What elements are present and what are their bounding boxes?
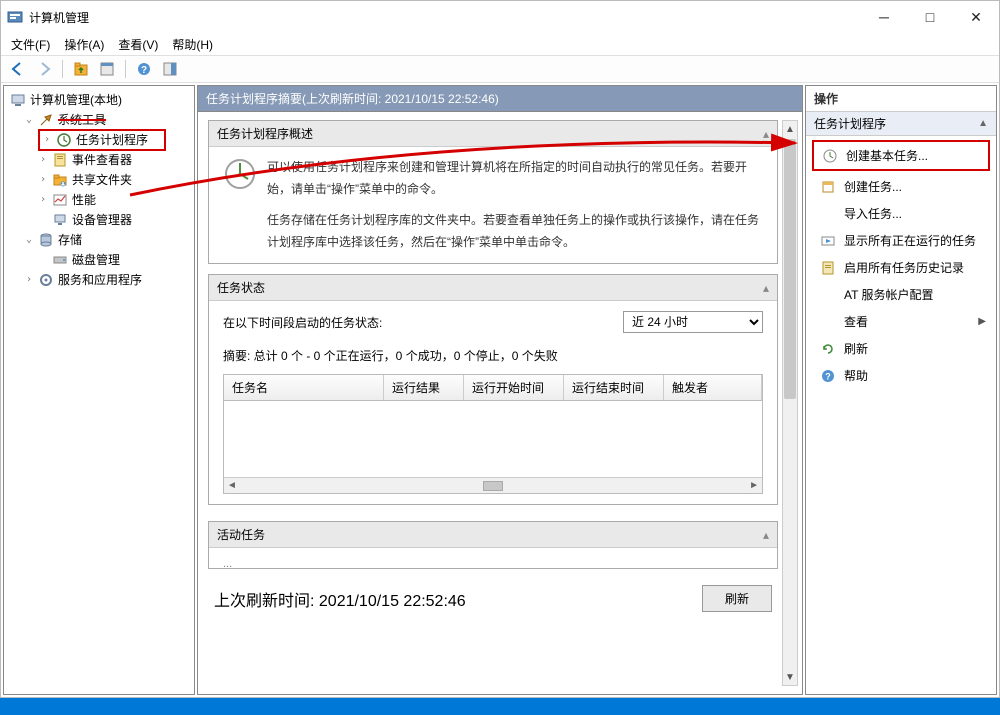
action-refresh[interactable]: 刷新 xyxy=(806,335,996,362)
h-scrollbar[interactable]: ◄► xyxy=(224,477,762,493)
clock-icon xyxy=(56,132,72,148)
help-button[interactable]: ? xyxy=(133,58,155,80)
highlight-create-basic: 创建基本任务... xyxy=(812,140,990,171)
device-icon xyxy=(52,212,68,228)
action-create-basic-task[interactable]: 创建基本任务... xyxy=(814,142,988,169)
expand-icon[interactable]: › xyxy=(38,171,48,189)
status-label: 在以下时间段启动的任务状态: xyxy=(223,314,611,331)
action-import-task[interactable]: 导入任务... xyxy=(806,200,996,227)
col-name[interactable]: 任务名 xyxy=(224,375,384,400)
menu-file[interactable]: 文件(F) xyxy=(11,36,50,53)
menu-view[interactable]: 查看(V) xyxy=(118,36,158,53)
actions-header: 操作 xyxy=(806,86,996,112)
expand-icon[interactable]: › xyxy=(42,131,52,149)
back-button[interactable] xyxy=(7,58,29,80)
svg-text:?: ? xyxy=(141,65,147,76)
refresh-icon xyxy=(820,341,836,357)
last-refresh-time: 上次刷新时间: 2021/10/15 22:52:46 xyxy=(214,587,466,611)
menu-action[interactable]: 操作(A) xyxy=(64,36,104,53)
v-scrollbar[interactable]: ▲ ▼ xyxy=(782,120,798,686)
expand-icon[interactable]: ⌄ xyxy=(24,111,34,129)
col-result[interactable]: 运行结果 xyxy=(384,375,464,400)
up-button[interactable] xyxy=(70,58,92,80)
overview-group: 任务计划程序概述 ▴ 可以使用任务计划程序来创建和管理计算机将在所指定的时间自动… xyxy=(208,120,778,264)
help-icon: ? xyxy=(820,368,836,384)
submenu-arrow-icon: ▶ xyxy=(978,316,986,327)
history-icon xyxy=(820,260,836,276)
action-at-config[interactable]: AT 服务帐户配置 xyxy=(806,281,996,308)
close-button[interactable]: ✕ xyxy=(953,2,999,32)
tree-services[interactable]: › 服务和应用程序 xyxy=(18,270,194,290)
tree-disk-management[interactable]: › 磁盘管理 xyxy=(32,250,194,270)
tree-storage[interactable]: ⌄ 存储 xyxy=(18,230,194,250)
refresh-button[interactable]: 刷新 xyxy=(702,585,772,612)
col-end[interactable]: 运行结束时间 xyxy=(564,375,664,400)
wizard-icon xyxy=(822,148,838,164)
task-icon xyxy=(820,179,836,195)
overview-title: 任务计划程序概述 xyxy=(217,125,313,142)
menu-bar: 文件(F) 操作(A) 查看(V) 帮助(H) xyxy=(1,33,999,55)
menu-help[interactable]: 帮助(H) xyxy=(172,36,213,53)
tree-event-viewer[interactable]: › 事件查看器 xyxy=(32,150,194,170)
main-header: 任务计划程序摘要(上次刷新时间: 2021/10/15 22:52:46) xyxy=(197,85,803,111)
action-create-task[interactable]: 创建任务... xyxy=(806,173,996,200)
status-group: 任务状态 ▴ 在以下时间段启动的任务状态: 近 24 小时 摘要: 总计 0 个… xyxy=(208,274,778,505)
clock-large-icon xyxy=(223,157,257,194)
action-view[interactable]: 查看 ▶ xyxy=(806,308,996,335)
services-icon xyxy=(38,272,54,288)
properties-button[interactable] xyxy=(96,58,118,80)
tree-shared-folders[interactable]: › 共享文件夹 xyxy=(32,170,194,190)
actions-panel: 操作 任务计划程序 ▲ 创建基本任务... 创建任务... xyxy=(805,85,997,695)
col-start[interactable]: 运行开始时间 xyxy=(464,375,564,400)
active-tasks-group: 活动任务 ▴ ... xyxy=(208,521,778,569)
share-icon xyxy=(52,172,68,188)
overview-text-2: 任务存储在任务计划程序库的文件夹中。若要查看单独任务上的操作或执行该操作，请在任… xyxy=(267,210,763,253)
perf-icon xyxy=(52,192,68,208)
collapse-icon[interactable]: ▴ xyxy=(763,281,769,295)
main-panel: 任务计划程序摘要(上次刷新时间: 2021/10/15 22:52:46) 任务… xyxy=(197,85,803,695)
window-title: 计算机管理 xyxy=(29,9,861,26)
overview-text-1: 可以使用任务计划程序来创建和管理计算机将在所指定的时间自动执行的常见任务。若要开… xyxy=(223,157,763,200)
tree-task-scheduler[interactable]: › 任务计划程序 xyxy=(32,130,194,150)
action-show-running[interactable]: 显示所有正在运行的任务 xyxy=(806,227,996,254)
actions-section: 任务计划程序 ▲ xyxy=(806,112,996,136)
expand-icon[interactable]: ⌄ xyxy=(24,231,34,249)
action-help[interactable]: ? 帮助 xyxy=(806,362,996,389)
collapse-icon[interactable]: ▴ xyxy=(763,127,769,141)
storage-icon xyxy=(38,232,54,248)
status-summary: 摘要: 总计 0 个 - 0 个正在运行，0 个成功，0 个停止，0 个失败 xyxy=(223,347,763,364)
tree-performance[interactable]: › 性能 xyxy=(32,190,194,210)
tree-system-tools[interactable]: ⌄ 系统工具 xyxy=(18,110,194,130)
task-table: 任务名 运行结果 运行开始时间 运行结束时间 触发者 ◄► xyxy=(223,374,763,494)
tree-root[interactable]: 计算机管理(本地) xyxy=(4,90,194,110)
status-range-select[interactable]: 近 24 小时 xyxy=(623,311,763,333)
maximize-button[interactable]: □ xyxy=(907,2,953,32)
app-icon xyxy=(7,9,23,25)
nav-tree: 计算机管理(本地) ⌄ 系统工具 › 任务计划程序 › 事件查看器 xyxy=(3,85,195,695)
expand-icon[interactable]: › xyxy=(24,271,34,289)
titlebar: 计算机管理 ─ □ ✕ xyxy=(1,1,999,33)
expand-icon[interactable]: › xyxy=(38,191,48,209)
tool-icon xyxy=(38,112,54,128)
active-title: 活动任务 xyxy=(217,526,265,543)
panel-toggle-button[interactable] xyxy=(159,58,181,80)
expand-icon[interactable]: › xyxy=(38,151,48,169)
collapse-icon[interactable]: ▴ xyxy=(763,528,769,542)
svg-text:?: ? xyxy=(825,371,831,381)
forward-button[interactable] xyxy=(33,58,55,80)
status-title: 任务状态 xyxy=(217,279,265,296)
action-enable-history[interactable]: 启用所有任务历史记录 xyxy=(806,254,996,281)
footer-row: 上次刷新时间: 2021/10/15 22:52:46 刷新 xyxy=(208,579,778,612)
col-trigger[interactable]: 触发者 xyxy=(664,375,762,400)
minimize-button[interactable]: ─ xyxy=(861,2,907,32)
event-icon xyxy=(52,152,68,168)
computer-icon xyxy=(10,92,26,108)
tree-device-manager[interactable]: › 设备管理器 xyxy=(32,210,194,230)
toolbar: ? xyxy=(1,55,999,83)
disk-icon xyxy=(52,252,68,268)
running-icon xyxy=(820,233,836,249)
collapse-icon[interactable]: ▲ xyxy=(978,118,988,129)
